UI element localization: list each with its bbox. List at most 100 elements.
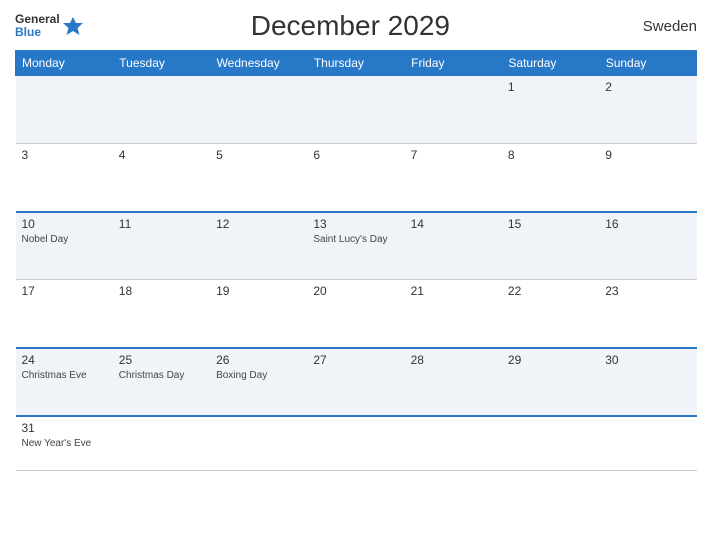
calendar-cell: 19 bbox=[210, 280, 307, 348]
calendar-cell: 9 bbox=[599, 144, 696, 212]
day-number: 20 bbox=[313, 284, 398, 298]
weekday-header-friday: Friday bbox=[405, 51, 502, 76]
event-name: Christmas Eve bbox=[22, 369, 107, 382]
calendar-table: MondayTuesdayWednesdayThursdayFridaySatu… bbox=[15, 50, 697, 471]
calendar-cell: 6 bbox=[307, 144, 404, 212]
day-number: 27 bbox=[313, 353, 398, 367]
calendar-cell: 11 bbox=[113, 212, 210, 280]
calendar-cell: 20 bbox=[307, 280, 404, 348]
calendar-cell: 5 bbox=[210, 144, 307, 212]
day-number: 26 bbox=[216, 353, 301, 367]
calendar-cell: 13 Saint Lucy's Day bbox=[307, 212, 404, 280]
weekday-header-monday: Monday bbox=[16, 51, 113, 76]
day-number: 13 bbox=[313, 217, 398, 231]
calendar-cell bbox=[210, 416, 307, 471]
calendar-row: 3456789 bbox=[16, 144, 697, 212]
calendar-country: Sweden bbox=[617, 18, 697, 35]
calendar-cell bbox=[599, 416, 696, 471]
calendar-cell: 4 bbox=[113, 144, 210, 212]
calendar-cell: 15 bbox=[502, 212, 599, 280]
logo-flag-icon bbox=[62, 15, 84, 37]
calendar-cell: 16 bbox=[599, 212, 696, 280]
calendar-cell: 27 bbox=[307, 348, 404, 416]
calendar-row: 31 New Year's Eve bbox=[16, 416, 697, 471]
day-number: 1 bbox=[508, 80, 593, 94]
day-number: 6 bbox=[313, 148, 398, 162]
event-name: Christmas Day bbox=[119, 369, 204, 382]
day-number: 14 bbox=[411, 217, 496, 231]
calendar-cell: 14 bbox=[405, 212, 502, 280]
calendar-cell: 25 Christmas Day bbox=[113, 348, 210, 416]
calendar-title: December 2029 bbox=[84, 10, 617, 42]
calendar-cell: 21 bbox=[405, 280, 502, 348]
calendar-cell: 29 bbox=[502, 348, 599, 416]
day-number: 10 bbox=[22, 217, 107, 231]
day-number: 24 bbox=[22, 353, 107, 367]
day-number: 12 bbox=[216, 217, 301, 231]
weekday-header-thursday: Thursday bbox=[307, 51, 404, 76]
day-number: 16 bbox=[605, 217, 690, 231]
day-number: 17 bbox=[22, 284, 107, 298]
calendar-cell: 7 bbox=[405, 144, 502, 212]
day-number: 31 bbox=[22, 421, 107, 435]
calendar-row: 10 Nobel Day 11 12 13 Saint Lucy's Day 14 15 16 bbox=[16, 212, 697, 280]
calendar-cell: 31 New Year's Eve bbox=[16, 416, 113, 471]
logo-blue: Blue bbox=[15, 26, 60, 39]
day-number: 4 bbox=[119, 148, 204, 162]
day-number: 18 bbox=[119, 284, 204, 298]
calendar-row: 12 bbox=[16, 76, 697, 144]
day-number: 7 bbox=[411, 148, 496, 162]
calendar-cell: 23 bbox=[599, 280, 696, 348]
calendar-cell: 17 bbox=[16, 280, 113, 348]
calendar-cell bbox=[210, 76, 307, 144]
weekday-header-saturday: Saturday bbox=[502, 51, 599, 76]
calendar-cell bbox=[405, 416, 502, 471]
day-number: 30 bbox=[605, 353, 690, 367]
event-name: New Year's Eve bbox=[22, 437, 107, 450]
day-number: 11 bbox=[119, 217, 204, 231]
calendar-cell: 3 bbox=[16, 144, 113, 212]
calendar-cell: 12 bbox=[210, 212, 307, 280]
day-number: 2 bbox=[605, 80, 690, 94]
day-number: 8 bbox=[508, 148, 593, 162]
calendar-cell bbox=[307, 76, 404, 144]
calendar-cell bbox=[307, 416, 404, 471]
calendar-header: General Blue December 2029 Sweden bbox=[15, 10, 697, 42]
calendar-cell bbox=[405, 76, 502, 144]
day-number: 15 bbox=[508, 217, 593, 231]
weekday-header-sunday: Sunday bbox=[599, 51, 696, 76]
calendar-row: 17 18 19 20 21 22 23 bbox=[16, 280, 697, 348]
calendar-cell bbox=[16, 76, 113, 144]
calendar-cell bbox=[502, 416, 599, 471]
event-name: Saint Lucy's Day bbox=[313, 233, 398, 246]
calendar-cell: 26 Boxing Day bbox=[210, 348, 307, 416]
calendar-row: 24 Christmas Eve 25 Christmas Day 26 Boxing D… bbox=[16, 348, 697, 416]
calendar-cell: 10 Nobel Day bbox=[16, 212, 113, 280]
calendar-container: General Blue December 2029 Sweden Monday… bbox=[0, 0, 712, 550]
day-number: 5 bbox=[216, 148, 301, 162]
calendar-cell: 18 bbox=[113, 280, 210, 348]
calendar-cell: 2 bbox=[599, 76, 696, 144]
day-number: 19 bbox=[216, 284, 301, 298]
calendar-cell: 22 bbox=[502, 280, 599, 348]
day-number: 28 bbox=[411, 353, 496, 367]
calendar-cell: 24 Christmas Eve bbox=[16, 348, 113, 416]
calendar-cell: 30 bbox=[599, 348, 696, 416]
day-number: 23 bbox=[605, 284, 690, 298]
calendar-cell bbox=[113, 416, 210, 471]
weekday-header-wednesday: Wednesday bbox=[210, 51, 307, 76]
day-number: 21 bbox=[411, 284, 496, 298]
weekday-header-row: MondayTuesdayWednesdayThursdayFridaySatu… bbox=[16, 51, 697, 76]
day-number: 3 bbox=[22, 148, 107, 162]
calendar-cell: 28 bbox=[405, 348, 502, 416]
event-name: Boxing Day bbox=[216, 369, 301, 382]
event-name: Nobel Day bbox=[22, 233, 107, 246]
calendar-cell: 8 bbox=[502, 144, 599, 212]
calendar-cell bbox=[113, 76, 210, 144]
logo: General Blue bbox=[15, 13, 84, 39]
weekday-header-tuesday: Tuesday bbox=[113, 51, 210, 76]
day-number: 9 bbox=[605, 148, 690, 162]
day-number: 25 bbox=[119, 353, 204, 367]
day-number: 29 bbox=[508, 353, 593, 367]
day-number: 22 bbox=[508, 284, 593, 298]
